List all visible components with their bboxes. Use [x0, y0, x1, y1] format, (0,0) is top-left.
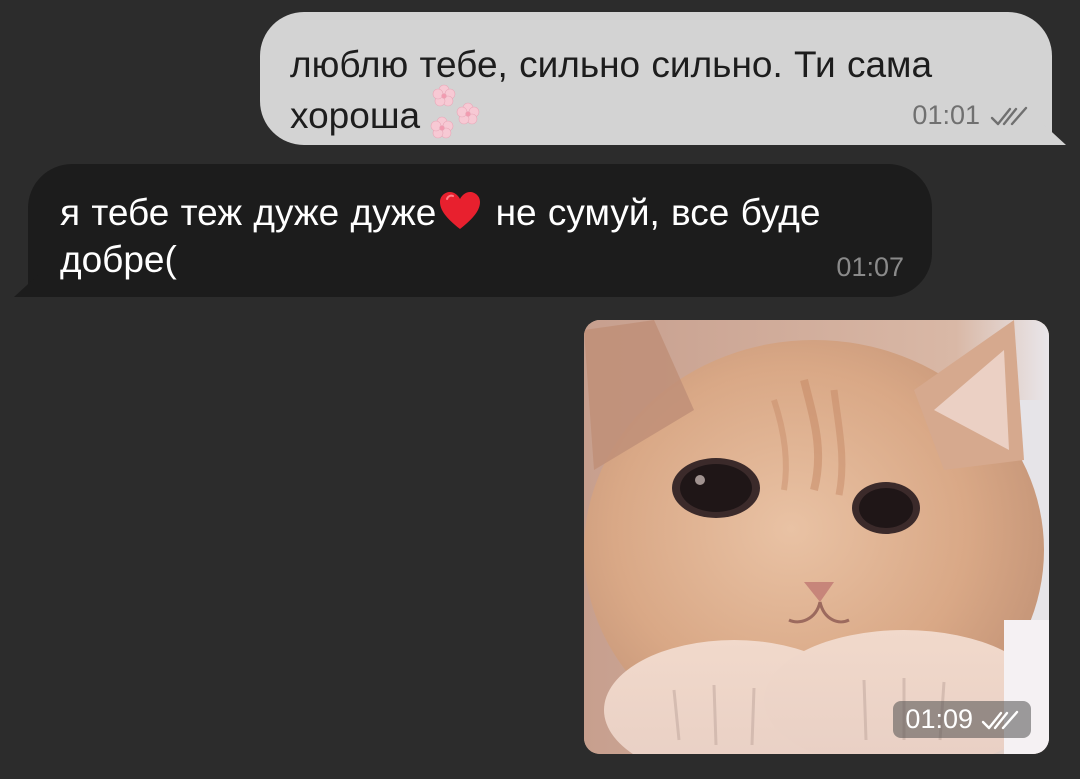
- message-text-part1: я тебе теж дуже дуже: [60, 192, 437, 233]
- photo-message-kitten[interactable]: 01:09: [584, 320, 1049, 754]
- message-meta: 01:01: [912, 100, 1030, 131]
- outgoing-message-bubble[interactable]: люблю тебе, сильно сильно. Ти сама хорош…: [260, 12, 1066, 148]
- message-time: 01:01: [912, 100, 980, 130]
- double-check-icon: [990, 106, 1028, 125]
- message-meta: 01:07: [836, 252, 904, 283]
- photo-meta: 01:09: [893, 701, 1031, 738]
- message-text: люблю тебе, сильно сильно. Ти сама хорош…: [290, 42, 1012, 148]
- double-check-icon: [981, 710, 1019, 729]
- message-text-content: люблю тебе, сильно сильно. Ти сама хорош…: [290, 44, 933, 136]
- incoming-message-bubble[interactable]: я тебе теж дуже дуже не сумуй, все буде …: [14, 164, 932, 297]
- cherry-blossom-emoji-icon: [428, 82, 482, 142]
- kitten-photo: [584, 320, 1049, 754]
- message-time: 01:07: [836, 252, 904, 282]
- message-text: я тебе теж дуже дуже не сумуй, все буде …: [60, 190, 892, 283]
- message-time: 01:09: [905, 704, 973, 734]
- bubble-tail: [1042, 123, 1066, 145]
- red-heart-emoji-icon: [438, 189, 482, 233]
- bubble-tail: [14, 275, 38, 297]
